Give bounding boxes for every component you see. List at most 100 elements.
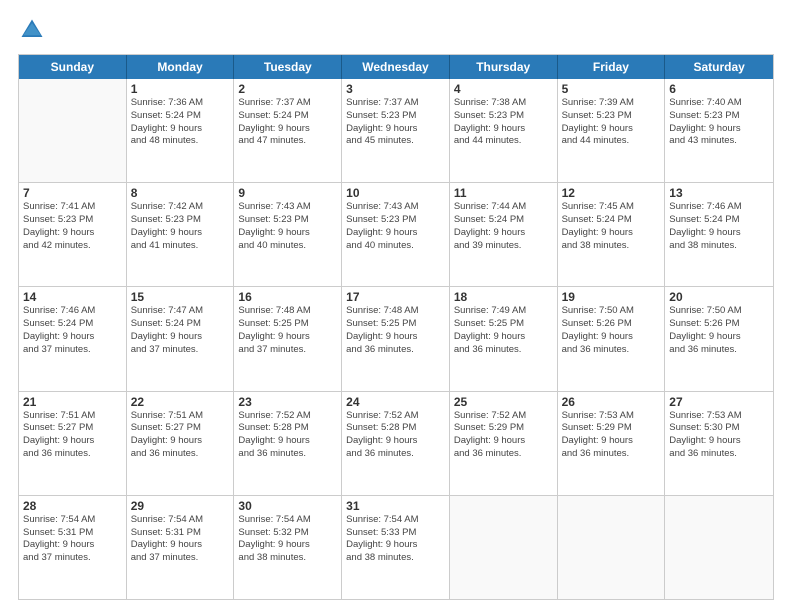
day-number: 14 — [23, 290, 122, 304]
day-info: Sunrise: 7:38 AMSunset: 5:23 PMDaylight:… — [454, 97, 553, 148]
day-number: 18 — [454, 290, 553, 304]
cal-row-0: 1Sunrise: 7:36 AMSunset: 5:24 PMDaylight… — [19, 79, 773, 183]
day-number: 6 — [669, 82, 769, 96]
cal-header-sunday: Sunday — [19, 55, 127, 79]
cal-cell: 14Sunrise: 7:46 AMSunset: 5:24 PMDayligh… — [19, 287, 127, 390]
day-number: 23 — [238, 395, 337, 409]
day-info: Sunrise: 7:47 AMSunset: 5:24 PMDaylight:… — [131, 305, 230, 356]
page: SundayMondayTuesdayWednesdayThursdayFrid… — [0, 0, 792, 612]
header — [18, 16, 774, 44]
cal-header-wednesday: Wednesday — [342, 55, 450, 79]
day-info: Sunrise: 7:36 AMSunset: 5:24 PMDaylight:… — [131, 97, 230, 148]
day-info: Sunrise: 7:50 AMSunset: 5:26 PMDaylight:… — [669, 305, 769, 356]
day-info: Sunrise: 7:51 AMSunset: 5:27 PMDaylight:… — [131, 410, 230, 461]
day-info: Sunrise: 7:39 AMSunset: 5:23 PMDaylight:… — [562, 97, 661, 148]
day-number: 27 — [669, 395, 769, 409]
calendar-body: 1Sunrise: 7:36 AMSunset: 5:24 PMDaylight… — [19, 79, 773, 599]
day-info: Sunrise: 7:52 AMSunset: 5:29 PMDaylight:… — [454, 410, 553, 461]
cal-cell — [665, 496, 773, 599]
cal-cell: 18Sunrise: 7:49 AMSunset: 5:25 PMDayligh… — [450, 287, 558, 390]
day-number: 8 — [131, 186, 230, 200]
cal-cell: 15Sunrise: 7:47 AMSunset: 5:24 PMDayligh… — [127, 287, 235, 390]
cal-row-2: 14Sunrise: 7:46 AMSunset: 5:24 PMDayligh… — [19, 287, 773, 391]
calendar-header-row: SundayMondayTuesdayWednesdayThursdayFrid… — [19, 55, 773, 79]
day-info: Sunrise: 7:40 AMSunset: 5:23 PMDaylight:… — [669, 97, 769, 148]
day-info: Sunrise: 7:53 AMSunset: 5:30 PMDaylight:… — [669, 410, 769, 461]
day-info: Sunrise: 7:54 AMSunset: 5:32 PMDaylight:… — [238, 514, 337, 565]
day-number: 7 — [23, 186, 122, 200]
day-info: Sunrise: 7:54 AMSunset: 5:33 PMDaylight:… — [346, 514, 445, 565]
cal-cell: 19Sunrise: 7:50 AMSunset: 5:26 PMDayligh… — [558, 287, 666, 390]
cal-cell: 31Sunrise: 7:54 AMSunset: 5:33 PMDayligh… — [342, 496, 450, 599]
day-number: 3 — [346, 82, 445, 96]
cal-cell: 5Sunrise: 7:39 AMSunset: 5:23 PMDaylight… — [558, 79, 666, 182]
cal-header-saturday: Saturday — [665, 55, 773, 79]
cal-cell: 12Sunrise: 7:45 AMSunset: 5:24 PMDayligh… — [558, 183, 666, 286]
day-number: 21 — [23, 395, 122, 409]
day-info: Sunrise: 7:48 AMSunset: 5:25 PMDaylight:… — [346, 305, 445, 356]
day-info: Sunrise: 7:51 AMSunset: 5:27 PMDaylight:… — [23, 410, 122, 461]
cal-cell — [558, 496, 666, 599]
cal-cell: 29Sunrise: 7:54 AMSunset: 5:31 PMDayligh… — [127, 496, 235, 599]
day-number: 11 — [454, 186, 553, 200]
day-number: 4 — [454, 82, 553, 96]
cal-header-tuesday: Tuesday — [234, 55, 342, 79]
day-info: Sunrise: 7:54 AMSunset: 5:31 PMDaylight:… — [23, 514, 122, 565]
cal-cell: 17Sunrise: 7:48 AMSunset: 5:25 PMDayligh… — [342, 287, 450, 390]
day-info: Sunrise: 7:43 AMSunset: 5:23 PMDaylight:… — [346, 201, 445, 252]
cal-cell: 26Sunrise: 7:53 AMSunset: 5:29 PMDayligh… — [558, 392, 666, 495]
cal-cell: 11Sunrise: 7:44 AMSunset: 5:24 PMDayligh… — [450, 183, 558, 286]
cal-cell: 6Sunrise: 7:40 AMSunset: 5:23 PMDaylight… — [665, 79, 773, 182]
day-number: 20 — [669, 290, 769, 304]
cal-cell: 30Sunrise: 7:54 AMSunset: 5:32 PMDayligh… — [234, 496, 342, 599]
cal-row-4: 28Sunrise: 7:54 AMSunset: 5:31 PMDayligh… — [19, 496, 773, 599]
day-info: Sunrise: 7:54 AMSunset: 5:31 PMDaylight:… — [131, 514, 230, 565]
day-number: 28 — [23, 499, 122, 513]
day-info: Sunrise: 7:46 AMSunset: 5:24 PMDaylight:… — [669, 201, 769, 252]
day-info: Sunrise: 7:53 AMSunset: 5:29 PMDaylight:… — [562, 410, 661, 461]
cal-row-1: 7Sunrise: 7:41 AMSunset: 5:23 PMDaylight… — [19, 183, 773, 287]
day-number: 26 — [562, 395, 661, 409]
cal-cell: 9Sunrise: 7:43 AMSunset: 5:23 PMDaylight… — [234, 183, 342, 286]
day-number: 30 — [238, 499, 337, 513]
day-number: 15 — [131, 290, 230, 304]
cal-cell: 2Sunrise: 7:37 AMSunset: 5:24 PMDaylight… — [234, 79, 342, 182]
cal-cell: 28Sunrise: 7:54 AMSunset: 5:31 PMDayligh… — [19, 496, 127, 599]
cal-cell: 25Sunrise: 7:52 AMSunset: 5:29 PMDayligh… — [450, 392, 558, 495]
logo — [18, 16, 50, 44]
cal-cell: 4Sunrise: 7:38 AMSunset: 5:23 PMDaylight… — [450, 79, 558, 182]
cal-cell: 16Sunrise: 7:48 AMSunset: 5:25 PMDayligh… — [234, 287, 342, 390]
day-info: Sunrise: 7:49 AMSunset: 5:25 PMDaylight:… — [454, 305, 553, 356]
day-number: 9 — [238, 186, 337, 200]
day-number: 16 — [238, 290, 337, 304]
day-info: Sunrise: 7:42 AMSunset: 5:23 PMDaylight:… — [131, 201, 230, 252]
cal-cell: 7Sunrise: 7:41 AMSunset: 5:23 PMDaylight… — [19, 183, 127, 286]
day-number: 2 — [238, 82, 337, 96]
day-info: Sunrise: 7:37 AMSunset: 5:23 PMDaylight:… — [346, 97, 445, 148]
day-info: Sunrise: 7:44 AMSunset: 5:24 PMDaylight:… — [454, 201, 553, 252]
cal-cell: 10Sunrise: 7:43 AMSunset: 5:23 PMDayligh… — [342, 183, 450, 286]
cal-cell: 3Sunrise: 7:37 AMSunset: 5:23 PMDaylight… — [342, 79, 450, 182]
day-number: 22 — [131, 395, 230, 409]
day-info: Sunrise: 7:50 AMSunset: 5:26 PMDaylight:… — [562, 305, 661, 356]
day-number: 1 — [131, 82, 230, 96]
day-number: 29 — [131, 499, 230, 513]
day-info: Sunrise: 7:37 AMSunset: 5:24 PMDaylight:… — [238, 97, 337, 148]
cal-cell — [19, 79, 127, 182]
day-number: 17 — [346, 290, 445, 304]
cal-cell: 22Sunrise: 7:51 AMSunset: 5:27 PMDayligh… — [127, 392, 235, 495]
logo-icon — [18, 16, 46, 44]
cal-cell — [450, 496, 558, 599]
day-number: 19 — [562, 290, 661, 304]
cal-header-thursday: Thursday — [450, 55, 558, 79]
day-number: 24 — [346, 395, 445, 409]
cal-cell: 8Sunrise: 7:42 AMSunset: 5:23 PMDaylight… — [127, 183, 235, 286]
day-number: 12 — [562, 186, 661, 200]
day-info: Sunrise: 7:43 AMSunset: 5:23 PMDaylight:… — [238, 201, 337, 252]
day-info: Sunrise: 7:45 AMSunset: 5:24 PMDaylight:… — [562, 201, 661, 252]
cal-cell: 27Sunrise: 7:53 AMSunset: 5:30 PMDayligh… — [665, 392, 773, 495]
day-info: Sunrise: 7:41 AMSunset: 5:23 PMDaylight:… — [23, 201, 122, 252]
day-number: 31 — [346, 499, 445, 513]
cal-cell: 1Sunrise: 7:36 AMSunset: 5:24 PMDaylight… — [127, 79, 235, 182]
cal-row-3: 21Sunrise: 7:51 AMSunset: 5:27 PMDayligh… — [19, 392, 773, 496]
